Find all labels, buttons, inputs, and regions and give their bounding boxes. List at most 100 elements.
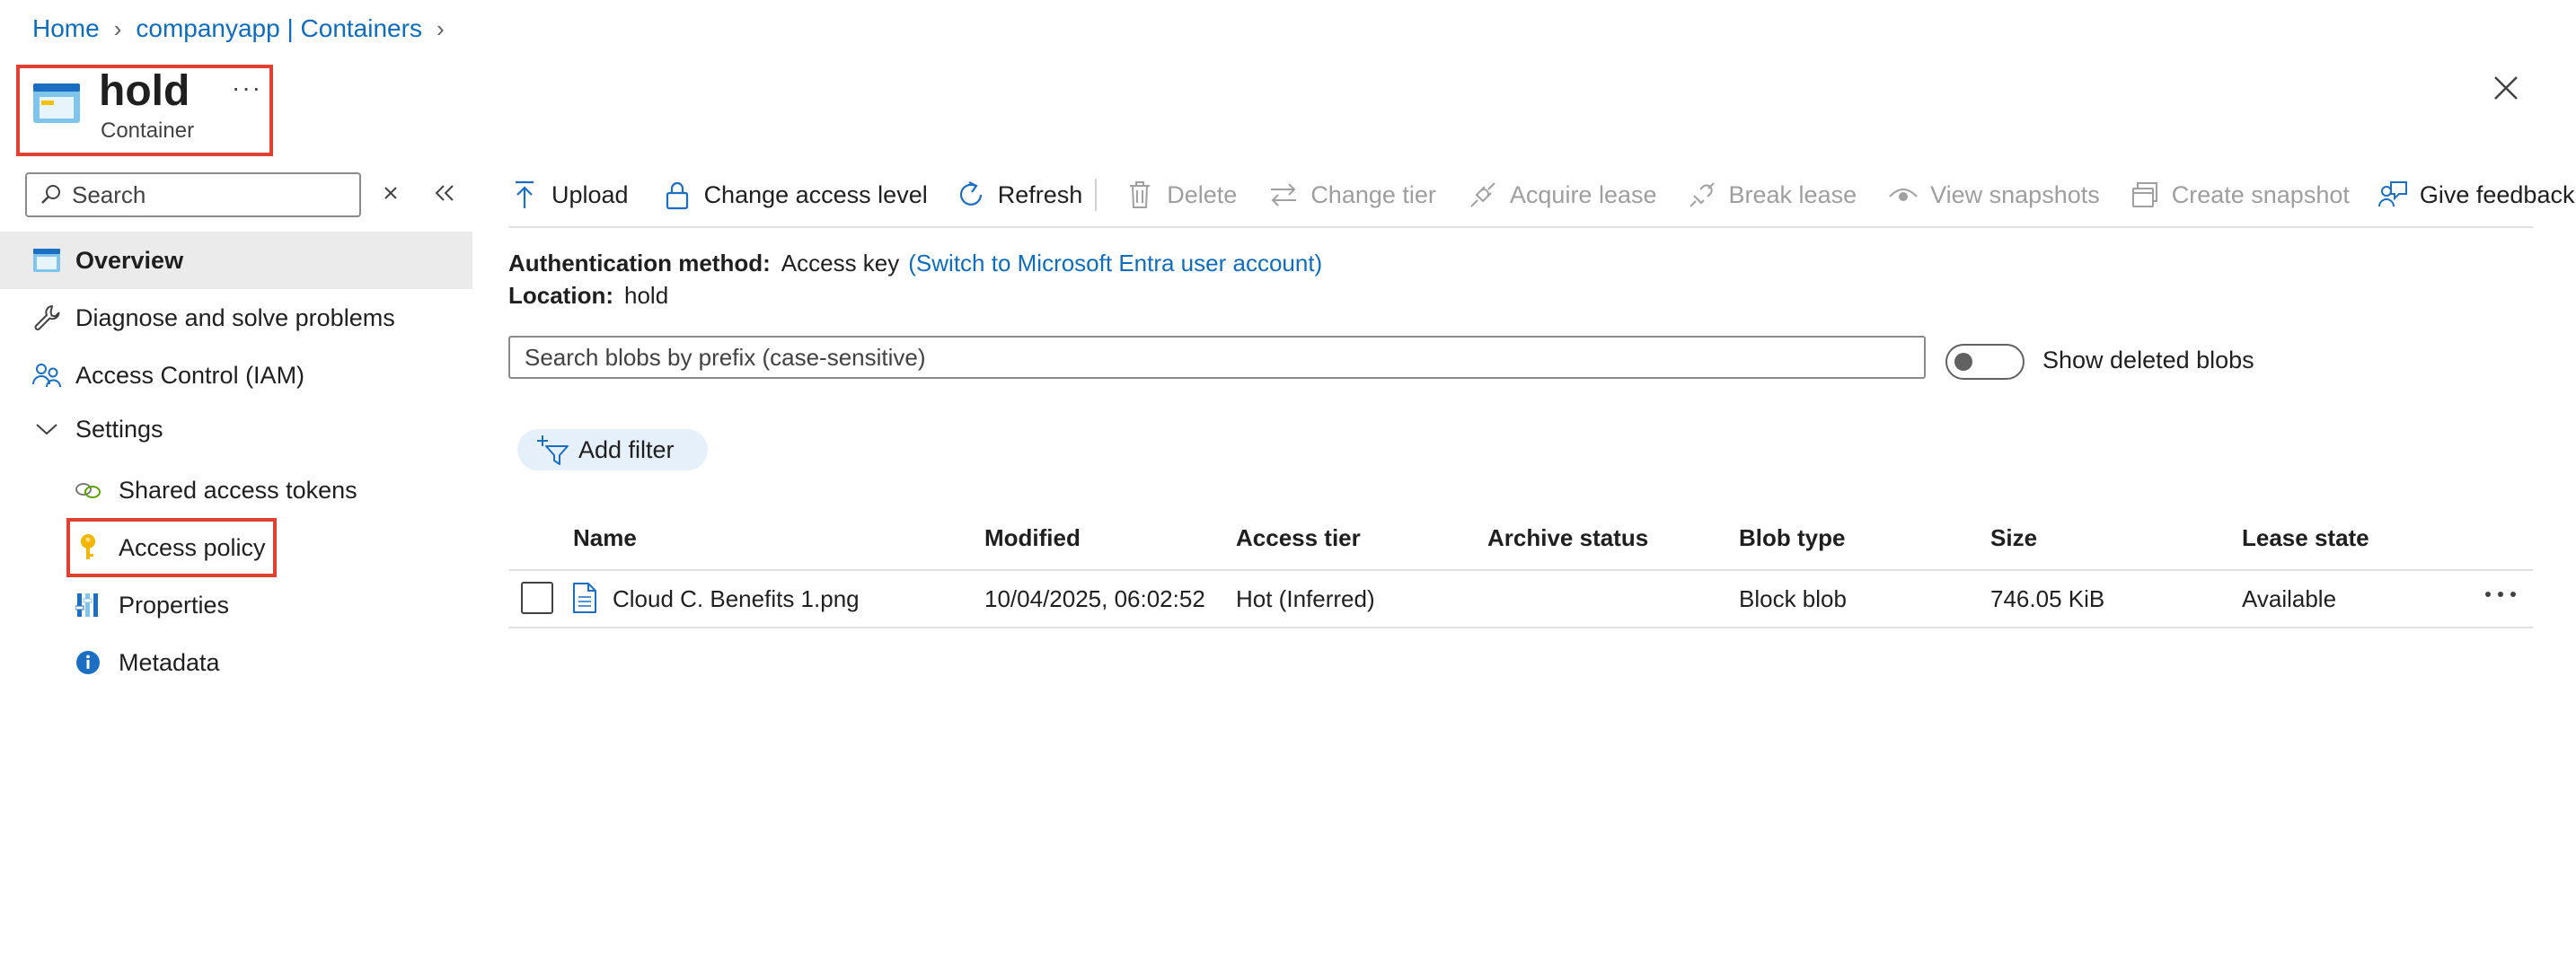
refresh-button[interactable]: Refresh bbox=[955, 167, 1083, 223]
column-header-access-tier[interactable]: Access tier bbox=[1236, 524, 1361, 552]
sidebar-item-label: Properties bbox=[119, 591, 230, 619]
breadcrumb-separator: › bbox=[113, 14, 122, 42]
row-divider bbox=[508, 627, 2533, 628]
close-icon[interactable] bbox=[2486, 68, 2526, 108]
collapse-sidebar-icon[interactable] bbox=[429, 180, 460, 206]
add-filter-icon bbox=[535, 434, 571, 466]
row-checkbox[interactable] bbox=[521, 582, 553, 614]
link-icon bbox=[72, 474, 104, 506]
acquire-lease-button[interactable]: Acquire lease bbox=[1467, 167, 1657, 223]
refresh-icon bbox=[955, 179, 987, 211]
toggle-knob bbox=[1954, 353, 1972, 371]
breadcrumb: Home › companyapp | Containers › bbox=[32, 13, 459, 45]
plug-icon bbox=[1467, 179, 1499, 211]
column-header-modified[interactable]: Modified bbox=[984, 524, 1081, 552]
toolbar-divider bbox=[1095, 179, 1098, 211]
change-tier-label: Change tier bbox=[1310, 180, 1436, 208]
change-access-level-label: Change access level bbox=[703, 180, 928, 208]
blob-name[interactable]: Cloud C. Benefits 1.png bbox=[613, 585, 860, 613]
column-header-archive-status[interactable]: Archive status bbox=[1487, 524, 1648, 552]
sidebar-item-label: Overview bbox=[75, 246, 184, 274]
break-lease-button[interactable]: Break lease bbox=[1686, 167, 1857, 223]
header-row-divider bbox=[508, 569, 2533, 571]
auth-method-key: Authentication method: bbox=[508, 250, 771, 277]
blob-modified: 10/04/2025, 06:02:52 bbox=[984, 585, 1205, 612]
blob-size: 746.05 KiB bbox=[1990, 585, 2105, 612]
sidebar-item-metadata[interactable]: Metadata bbox=[0, 634, 472, 691]
add-filter-label: Add filter bbox=[578, 435, 675, 463]
create-snapshot-button[interactable]: Create snapshot bbox=[2129, 167, 2350, 223]
toolbar-divider-line bbox=[508, 226, 2533, 228]
sidebar-item-diagnose[interactable]: Diagnose and solve problems bbox=[0, 289, 472, 347]
properties-icon bbox=[72, 589, 104, 621]
clear-search-icon[interactable] bbox=[377, 180, 404, 206]
file-icon bbox=[573, 583, 596, 613]
access-policy-highlight-box bbox=[66, 518, 277, 577]
sidebar-item-label: Access Control (IAM) bbox=[75, 361, 305, 389]
sidebar-item-properties[interactable]: Properties bbox=[0, 576, 472, 634]
command-toolbar: Upload Change access level Refresh Delet… bbox=[508, 167, 2574, 223]
column-header-name[interactable]: Name bbox=[573, 524, 637, 552]
sidebar-item-access-control[interactable]: Access Control (IAM) bbox=[0, 347, 472, 404]
page-title: hold bbox=[99, 67, 190, 115]
row-more-icon[interactable] bbox=[2481, 578, 2520, 610]
copy-window-icon bbox=[2129, 179, 2161, 211]
add-filter-button[interactable]: Add filter bbox=[517, 429, 708, 470]
upload-button[interactable]: Upload bbox=[508, 167, 629, 223]
column-header-size[interactable]: Size bbox=[1990, 524, 2037, 552]
view-snapshots-label: View snapshots bbox=[1930, 180, 2100, 208]
sidebar-item-label: Diagnose and solve problems bbox=[75, 303, 395, 331]
sidebar-item-shared-access-tokens[interactable]: Shared access tokens bbox=[0, 461, 472, 519]
blob-search-input[interactable] bbox=[525, 338, 1924, 377]
upload-icon bbox=[508, 179, 541, 211]
sidebar-search-input[interactable] bbox=[72, 180, 341, 209]
location-key: Location: bbox=[508, 282, 613, 309]
more-options-button[interactable]: ··· bbox=[232, 74, 262, 102]
info-icon bbox=[72, 646, 104, 679]
people-icon bbox=[31, 359, 63, 391]
give-feedback-label: Give feedback bbox=[2419, 180, 2575, 208]
switch-auth-link[interactable]: (Switch to Microsoft Entra user account) bbox=[908, 250, 1322, 277]
chevron-down-icon bbox=[31, 413, 63, 445]
auth-method-value: Access key bbox=[781, 250, 900, 277]
delete-label: Delete bbox=[1167, 180, 1238, 208]
feedback-icon bbox=[2377, 179, 2409, 211]
delete-button[interactable]: Delete bbox=[1124, 167, 1237, 223]
location-line: Location: hold bbox=[508, 282, 668, 310]
trash-icon bbox=[1124, 179, 1156, 211]
give-feedback-button[interactable]: Give feedback bbox=[2377, 167, 2575, 223]
container-icon bbox=[31, 244, 63, 277]
blob-access-tier: Hot (Inferred) bbox=[1236, 585, 1375, 612]
upload-label: Upload bbox=[551, 180, 629, 208]
unplug-icon bbox=[1686, 179, 1718, 211]
blob-lease-state: Available bbox=[2242, 585, 2337, 612]
swap-arrows-icon bbox=[1267, 179, 1300, 211]
show-deleted-toggle[interactable] bbox=[1945, 344, 2025, 380]
column-header-lease-state[interactable]: Lease state bbox=[2242, 524, 2369, 552]
search-icon bbox=[41, 185, 60, 204]
column-header-blob-type[interactable]: Blob type bbox=[1739, 524, 1845, 552]
create-snapshot-label: Create snapshot bbox=[2171, 180, 2350, 208]
sidebar-item-label: Metadata bbox=[119, 648, 220, 676]
change-tier-button[interactable]: Change tier bbox=[1267, 167, 1436, 223]
sidebar-item-label: Settings bbox=[75, 415, 163, 443]
show-deleted-label: Show deleted blobs bbox=[2042, 347, 2254, 373]
container-icon bbox=[33, 83, 80, 123]
auth-method-line: Authentication method: Access key (Switc… bbox=[508, 250, 1322, 277]
break-lease-label: Break lease bbox=[1728, 180, 1857, 208]
breadcrumb-separator: › bbox=[436, 14, 445, 42]
view-snapshots-button[interactable]: View snapshots bbox=[1887, 167, 2100, 223]
breadcrumb-home[interactable]: Home bbox=[32, 14, 100, 43]
eye-icon bbox=[1887, 179, 1919, 211]
blob-search-box[interactable] bbox=[508, 336, 1926, 379]
breadcrumb-containers[interactable]: companyapp | Containers bbox=[136, 14, 422, 43]
wrench-icon bbox=[31, 302, 63, 334]
sidebar-item-settings[interactable]: Settings bbox=[0, 400, 472, 458]
sidebar-search[interactable] bbox=[25, 172, 361, 217]
blob-type: Block blob bbox=[1739, 585, 1847, 612]
lock-icon bbox=[661, 179, 693, 211]
sidebar-item-overview[interactable]: Overview bbox=[0, 232, 472, 289]
change-access-level-button[interactable]: Change access level bbox=[661, 167, 928, 223]
refresh-label: Refresh bbox=[997, 180, 1083, 208]
location-value: hold bbox=[624, 282, 669, 309]
